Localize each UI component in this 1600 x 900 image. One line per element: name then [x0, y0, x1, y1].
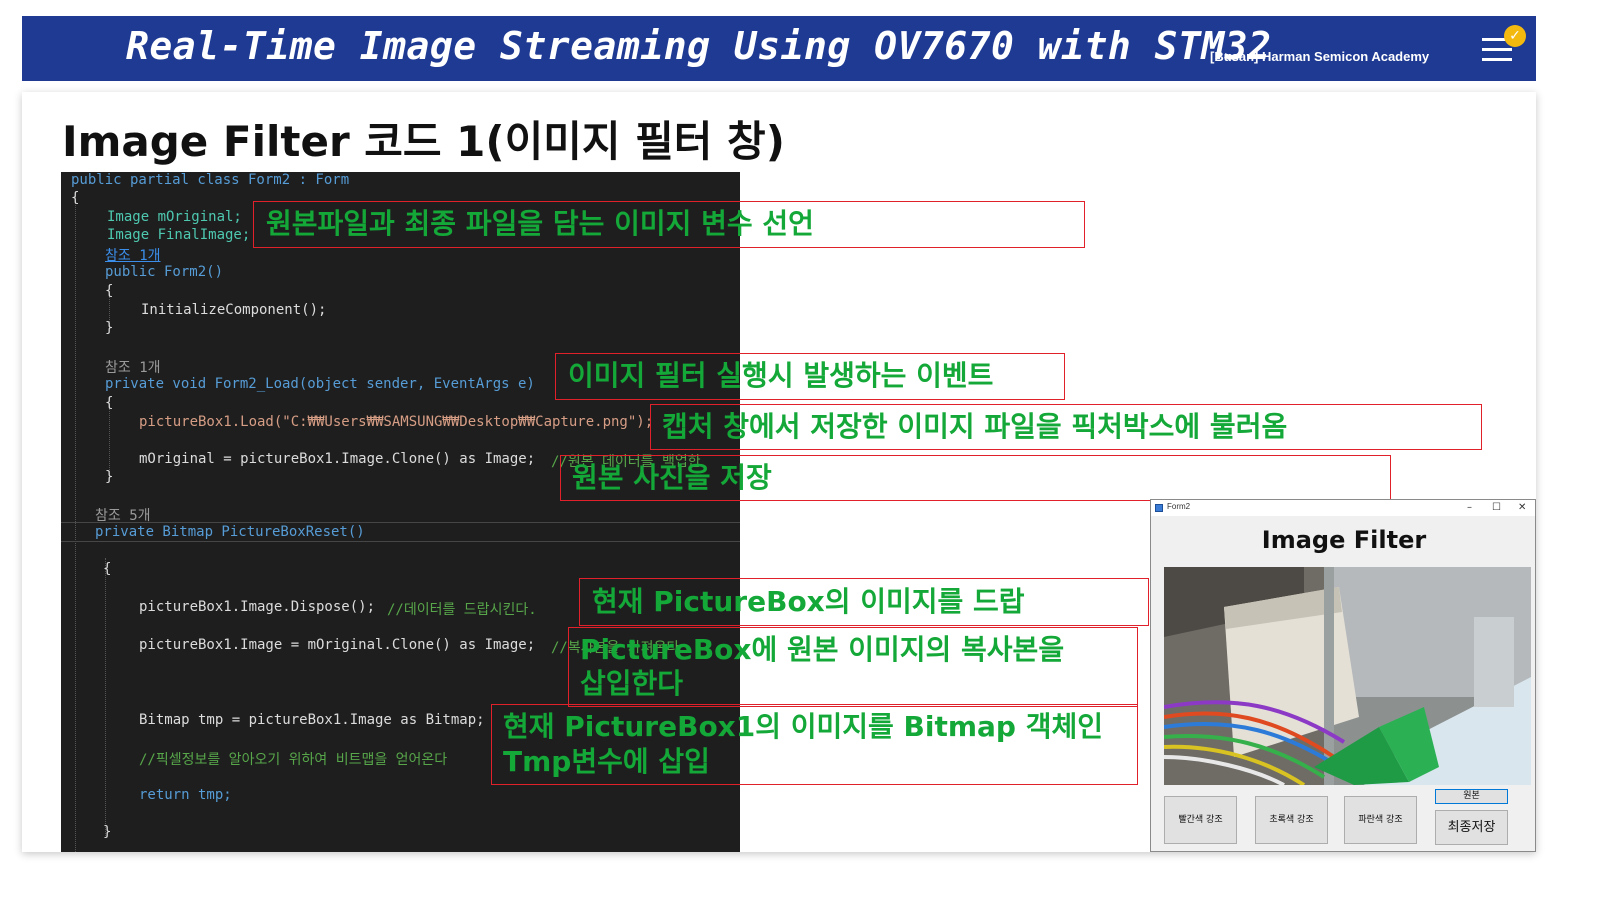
- close-icon[interactable]: ✕: [1518, 500, 1526, 516]
- slide-title: Image Filter 코드 1(이미지 필터 창): [62, 117, 785, 166]
- code-brace: {: [71, 190, 80, 206]
- form-titlebar[interactable]: Form2 – ☐ ✕: [1151, 500, 1535, 516]
- code-field-final: Image FinalImage;: [107, 227, 251, 243]
- code-reassign: pictureBox1.Image = mOriginal.Clone() as…: [139, 637, 536, 653]
- callout-load-event: 이미지 필터 실행시 발생하는 이벤트: [568, 359, 994, 392]
- indent-guide: [109, 408, 110, 478]
- code-field-original: Image mOriginal;: [107, 209, 242, 225]
- final-save-button[interactable]: 최종저장: [1435, 810, 1508, 845]
- picture-box: [1164, 567, 1531, 785]
- code-brace: }: [105, 320, 114, 336]
- code-brace: }: [103, 824, 112, 840]
- callout-load-image: 캡처 창에서 저장한 이미지 파일을 픽처박스에 불러옴: [662, 410, 1288, 443]
- blue-emphasis-button[interactable]: 파란색 강조: [1344, 796, 1417, 844]
- callout-variables: 원본파일과 최종 파일을 담는 이미지 변수 선언: [266, 207, 814, 240]
- form-window-title: Form2: [1167, 502, 1191, 511]
- callout-bitmap-2: Tmp변수에 삽입: [503, 745, 710, 778]
- code-reference-count: 참조 1개: [105, 360, 161, 376]
- code-reference-link[interactable]: 참조 1개: [105, 245, 161, 265]
- code-initialize: InitializeComponent();: [141, 302, 327, 318]
- camera-photo: [1164, 567, 1531, 785]
- code-reset-signature: private Bitmap PictureBoxReset(): [95, 524, 365, 540]
- code-return: return tmp;: [139, 787, 232, 803]
- original-button[interactable]: 원본: [1435, 789, 1508, 804]
- code-brace: {: [103, 561, 112, 577]
- code-class-declaration: public partial class Form2 : Form: [71, 172, 350, 188]
- callout-save-original: 원본 사진을 저장: [572, 461, 772, 494]
- maximize-icon[interactable]: ☐: [1492, 500, 1501, 516]
- code-reference-count: 참조 5개: [95, 508, 151, 524]
- code-brace: }: [105, 469, 114, 485]
- header-bar: Real-Time Image Streaming Using OV7670 w…: [22, 16, 1536, 81]
- code-load-signature: private void Form2_Load(object sender, E…: [105, 376, 535, 392]
- header-subtitle: [Busan] Harman Semicon Academy: [1210, 49, 1430, 64]
- green-emphasis-button[interactable]: 초록색 강조: [1255, 796, 1328, 844]
- header-title: Real-Time Image Streaming Using OV7670 w…: [126, 24, 1272, 68]
- callout-insert-copy-1: PictureBox에 원본 이미지의 복사본을: [580, 633, 1065, 666]
- app-icon: [1155, 504, 1163, 512]
- indent-guide: [105, 558, 106, 838]
- callout-bitmap-1: 현재 PictureBox1의 이미지를 Bitmap 객체인: [503, 710, 1103, 743]
- code-bitmap: Bitmap tmp = pictureBox1.Image as Bitmap…: [139, 712, 485, 728]
- code-comment: //데이터를 드랍시킨다.: [387, 602, 537, 618]
- code-dispose: pictureBox1.Image.Dispose();: [139, 599, 376, 615]
- code-load-picture: pictureBox1.Load("C:₩₩Users₩₩SAMSUNG₩₩De…: [139, 414, 654, 430]
- code-comment: //픽셀정보를 알아오기 위하여 비트맵을 얻어온다: [139, 752, 448, 768]
- callout-insert-copy-2: 삽입한다: [580, 667, 684, 700]
- minimize-icon[interactable]: –: [1467, 500, 1472, 516]
- callout-drop-image: 현재 PictureBox의 이미지를 드랍: [592, 585, 1025, 618]
- check-badge-icon: ✓: [1504, 25, 1526, 47]
- form-heading: Image Filter: [1261, 526, 1427, 554]
- form2-window: Form2 – ☐ ✕ Image Filter 빨간색 강조 초록색 강조 파…: [1150, 499, 1536, 852]
- code-brace: {: [105, 395, 114, 411]
- code-constructor: public Form2(): [105, 264, 224, 280]
- code-brace: {: [105, 283, 114, 299]
- code-clone-original: mOriginal = pictureBox1.Image.Clone() as…: [139, 451, 536, 467]
- red-emphasis-button[interactable]: 빨간색 강조: [1164, 796, 1237, 844]
